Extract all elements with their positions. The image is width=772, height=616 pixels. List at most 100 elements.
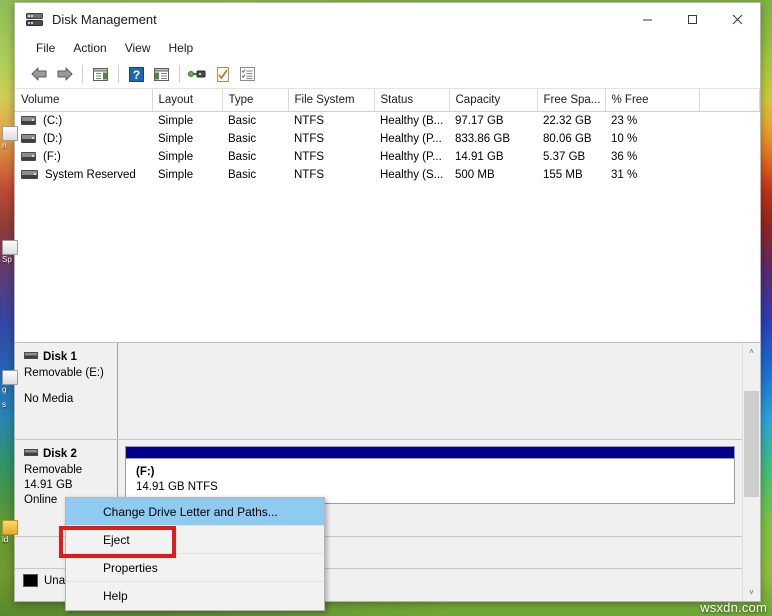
vertical-scrollbar[interactable]: ˄ ˅ xyxy=(742,343,760,601)
cell-capacity: 833.86 GB xyxy=(455,133,510,145)
cell-filler xyxy=(699,166,760,184)
toolbar-separator xyxy=(118,65,119,83)
cell-file-system: NTFS xyxy=(294,115,325,127)
disk-icon xyxy=(24,352,38,359)
scrollbar-thumb[interactable] xyxy=(744,391,759,497)
menu-bar: File Action View Help xyxy=(15,36,760,60)
volume-label: (C:) xyxy=(43,115,63,127)
watermark: wsxdn.com xyxy=(700,600,767,615)
show-hide-action-pane-button[interactable] xyxy=(149,63,173,85)
menu-view[interactable]: View xyxy=(116,39,160,57)
cell-volume: (F:) xyxy=(15,148,152,166)
menu-action[interactable]: Action xyxy=(64,39,115,57)
minimize-button[interactable] xyxy=(625,3,670,36)
table-row[interactable]: (D:) Simple Basic NTFS Healthy (P... 833… xyxy=(15,130,760,148)
disk-icon xyxy=(24,449,38,456)
column-header-volume[interactable]: Volume xyxy=(15,89,153,112)
rescan-disks-button[interactable] xyxy=(185,63,209,85)
disk-row-disk-1[interactable]: Disk 1 Removable (E:) No Media xyxy=(15,343,743,440)
cell-capacity: 14.91 GB xyxy=(455,151,504,163)
desktop-icon-label: n xyxy=(2,141,7,150)
desktop-icon-label: g xyxy=(2,385,7,394)
cell-layout: Simple xyxy=(158,151,194,163)
desktop-icon[interactable]: s xyxy=(2,400,18,409)
scroll-down-arrow-icon[interactable]: ˅ xyxy=(743,584,760,601)
disk-1-name: Disk 1 xyxy=(43,351,77,363)
table-row[interactable]: System Reserved Simple Basic NTFS Health… xyxy=(15,166,760,184)
cell-free-space: 22.32 GB xyxy=(543,115,592,127)
volume-table: Volume Layout Type File System Status Ca… xyxy=(15,89,760,184)
table-row[interactable]: (F:) Simple Basic NTFS Healthy (P... 14.… xyxy=(15,148,760,166)
volume-icon xyxy=(21,116,36,125)
back-button[interactable] xyxy=(27,63,51,85)
column-header-capacity[interactable]: Capacity xyxy=(449,89,538,112)
ctx-help[interactable]: Help xyxy=(66,582,324,610)
close-button[interactable] xyxy=(715,3,760,36)
maximize-button[interactable] xyxy=(670,3,715,36)
desktop-icon-glyph xyxy=(2,370,18,385)
partition-label: (F:) xyxy=(136,466,155,478)
disk-2-type: Removable xyxy=(24,464,83,476)
desktop-icon[interactable]: Sp xyxy=(2,240,18,264)
cell-capacity: 97.17 GB xyxy=(455,115,504,127)
properties-button[interactable] xyxy=(210,63,234,85)
disk-2-size: 14.91 GB xyxy=(24,479,73,491)
partition-status-bar xyxy=(126,447,734,459)
partition-text: (F:) 14.91 GB NTFS xyxy=(126,459,734,495)
help-button[interactable]: ? xyxy=(124,63,148,85)
desktop-icon[interactable]: n xyxy=(2,126,18,150)
cell-status: Healthy (S... xyxy=(380,169,444,181)
cell-type: Basic xyxy=(228,115,257,127)
ctx-change-drive-letter[interactable]: Change Drive Letter and Paths... xyxy=(66,498,324,526)
volume-list-pane: Volume Layout Type File System Status Ca… xyxy=(15,89,760,343)
column-header-layout[interactable]: Layout xyxy=(152,89,223,112)
show-hide-console-tree-button[interactable] xyxy=(88,63,112,85)
cell-layout: Simple xyxy=(158,133,194,145)
unallocated-swatch-icon xyxy=(23,574,38,587)
cell-percent-free: 10 % xyxy=(611,133,638,145)
list-view-button[interactable] xyxy=(235,63,259,85)
menu-help[interactable]: Help xyxy=(160,39,203,57)
disk-1-name-line: Disk 1 xyxy=(24,351,117,363)
partition-f[interactable]: (F:) 14.91 GB NTFS xyxy=(125,446,735,504)
disk-2-name-line: Disk 2 xyxy=(24,448,117,460)
cell-file-system: NTFS xyxy=(294,151,325,163)
title-bar[interactable]: Disk Management xyxy=(15,3,760,36)
desktop-icon-label: Sp xyxy=(2,255,12,264)
cell-filler xyxy=(699,112,760,131)
desktop-icon-glyph xyxy=(2,126,18,141)
disk-1-type: Removable (E:) xyxy=(24,367,104,379)
cell-capacity: 500 MB xyxy=(455,169,495,181)
disk-header-disk-1[interactable]: Disk 1 Removable (E:) No Media xyxy=(15,343,118,439)
cell-layout: Simple xyxy=(158,115,194,127)
menu-file[interactable]: File xyxy=(27,39,64,57)
column-header-free-space[interactable]: Free Spa... xyxy=(537,89,606,112)
volume-table-header-row: Volume Layout Type File System Status Ca… xyxy=(15,89,760,112)
cell-filler xyxy=(699,130,760,148)
ctx-properties[interactable]: Properties xyxy=(66,554,324,582)
cell-file-system: NTFS xyxy=(294,133,325,145)
desktop-icon[interactable]: id xyxy=(2,520,18,544)
context-menu: Change Drive Letter and Paths... Eject P… xyxy=(65,497,325,611)
column-header-file-system[interactable]: File System xyxy=(288,89,375,112)
cell-percent-free: 31 % xyxy=(611,169,638,181)
column-header-percent-free[interactable]: % Free xyxy=(605,89,700,112)
cell-percent-free: 36 % xyxy=(611,151,638,163)
volume-label: (D:) xyxy=(43,133,63,145)
column-header-status[interactable]: Status xyxy=(374,89,450,112)
table-row[interactable]: (C:) Simple Basic NTFS Healthy (B... 97.… xyxy=(15,112,760,131)
volume-label: System Reserved xyxy=(45,169,136,181)
toolbar-separator xyxy=(179,65,180,83)
forward-button[interactable] xyxy=(52,63,76,85)
desktop-icon[interactable]: g xyxy=(2,370,18,394)
cell-type: Basic xyxy=(228,133,257,145)
disk-1-media-status: No Media xyxy=(24,393,74,405)
cell-percent-free: 23 % xyxy=(611,115,638,127)
disk-1-body[interactable] xyxy=(118,343,743,439)
column-header-filler[interactable] xyxy=(699,89,760,112)
column-header-type[interactable]: Type xyxy=(222,89,289,112)
desktop-icon-label: s xyxy=(2,400,6,409)
scroll-up-arrow-icon[interactable]: ˄ xyxy=(743,343,760,360)
ctx-eject[interactable]: Eject xyxy=(66,526,324,554)
